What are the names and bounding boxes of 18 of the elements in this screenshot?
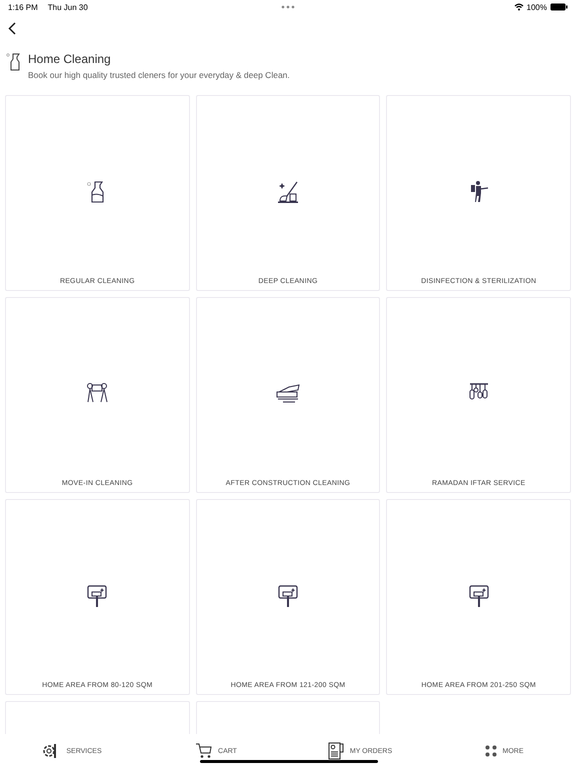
status-time: 1:16 PM [8,2,38,12]
dots-icon [281,5,295,9]
battery-icon [550,3,568,11]
mop-bucket-icon [276,180,300,204]
cart-icon [195,743,212,759]
back-icon[interactable] [8,22,16,34]
paint-roller-icon [276,584,300,608]
movers-box-icon [85,382,110,404]
page-title: Home Cleaning [28,52,112,66]
receipt-icon [328,742,344,760]
more-dots-icon [484,745,496,757]
battery-percent: 100% [526,2,547,12]
status-date: Thu Jun 30 [48,2,88,12]
paint-roller-icon [85,584,110,608]
paint-roller-icon [466,584,491,608]
wifi-icon [514,3,524,11]
page-subtitle: Book our high quality trusted cleners for your everyday & deep Clean. [28,70,290,80]
excavator-icon [274,382,301,404]
